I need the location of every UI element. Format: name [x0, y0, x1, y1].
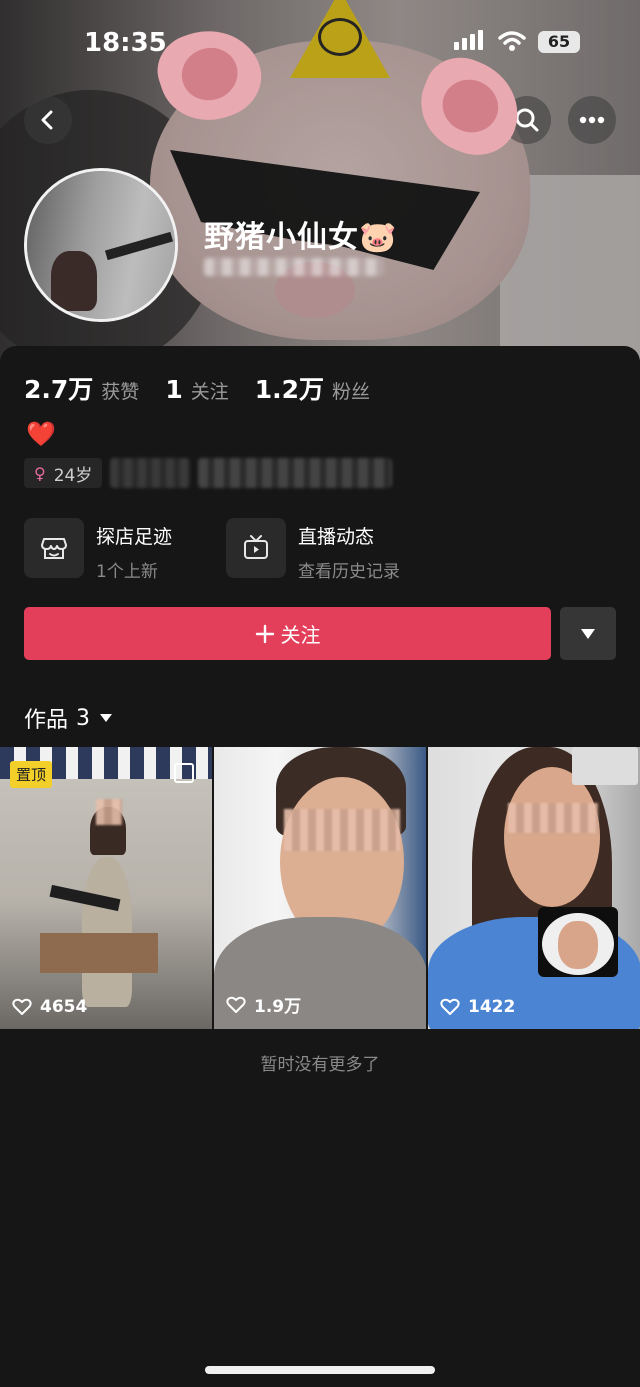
recommend-dropdown-button[interactable] [560, 607, 616, 660]
works-tab[interactable]: 作品 3 [24, 702, 114, 734]
stat-followers-label: 粉丝 [332, 381, 371, 403]
female-icon: ♀ [34, 463, 46, 483]
status-time: 18:35 [84, 28, 167, 58]
signal-icon [454, 30, 483, 50]
store-visits-title: 探店足迹 [96, 526, 173, 548]
live-history-title: 直播动态 [298, 526, 375, 548]
stat-likes-value: 2.7万 [24, 375, 94, 404]
work-item[interactable]: 4654 [0, 747, 212, 1029]
stat-followers-value: 1.2万 [254, 375, 325, 404]
stat-following-value: 1 [165, 375, 183, 404]
stat-following-label: 关注 [190, 381, 229, 403]
age-tag: ♀ 24岁 [24, 458, 103, 488]
works-label: 作品 [24, 708, 69, 733]
stat-likes-label: 获赞 [101, 381, 140, 403]
avatar[interactable] [24, 168, 178, 322]
chevron-left-icon [41, 110, 53, 130]
profile-tags: ♀ 24岁 [24, 458, 393, 488]
tv-icon [226, 518, 286, 578]
work-likes-count: 1.9万 [254, 997, 302, 1017]
live-history-entry[interactable]: 直播动态 查看历史记录 [226, 518, 400, 582]
store-visits-subtitle: 1个上新 [96, 562, 158, 582]
stat-likes[interactable]: 2.7万 获赞 [24, 370, 139, 406]
profile-name-text: 野猪小仙女 [204, 220, 359, 255]
heart-outline-icon [226, 996, 246, 1013]
live-history-subtitle: 查看历史记录 [298, 562, 400, 582]
work-likes: 1422 [440, 997, 515, 1017]
back-button[interactable] [24, 96, 72, 144]
no-more-text: 暂时没有更多了 [260, 1055, 380, 1075]
multi-image-icon [174, 763, 194, 783]
works-count: 3 [76, 705, 91, 731]
store-icon [24, 518, 84, 578]
blurred-tag [110, 458, 191, 488]
more-options-button[interactable] [568, 96, 616, 144]
wifi-icon [498, 31, 526, 51]
caret-down-icon [581, 628, 595, 639]
pinned-badge: 置顶 [10, 761, 53, 788]
caret-down-icon [100, 714, 113, 722]
heart-outline-icon [440, 998, 460, 1015]
follow-button[interactable]: 关注 [24, 607, 551, 660]
follow-button-label: 关注 [280, 623, 321, 647]
pig-emoji: 🐷 [359, 220, 398, 255]
video-inset [538, 907, 618, 977]
work-item[interactable]: 1.9万 [214, 747, 426, 1029]
work-likes-count: 4654 [40, 997, 88, 1017]
stats-row: 2.7万 获赞 1 关注 1.2万 粉丝 [24, 370, 370, 406]
work-likes-count: 1422 [468, 997, 516, 1017]
ellipsis-icon [579, 116, 605, 124]
work-likes: 1.9万 [226, 992, 301, 1017]
store-visits-entry[interactable]: 探店足迹 1个上新 [24, 518, 172, 582]
stat-following[interactable]: 1 关注 [165, 375, 228, 404]
plus-icon [255, 624, 274, 643]
blurred-id [204, 258, 384, 276]
battery-indicator: 65 [538, 31, 580, 53]
home-indicator[interactable] [205, 1366, 435, 1374]
corner-thumbnail [572, 747, 638, 785]
blurred-location-tag [198, 458, 393, 488]
profile-name: 野猪小仙女🐷 [204, 212, 397, 256]
bio-heart: ❤️ [26, 420, 56, 448]
works-grid: 4654 1.9万 1422 [0, 747, 640, 1029]
heart-outline-icon [12, 998, 32, 1015]
work-item[interactable]: 1422 [428, 747, 640, 1029]
search-icon [515, 108, 539, 132]
stat-followers[interactable]: 1.2万 粉丝 [255, 370, 370, 406]
work-likes: 4654 [12, 997, 87, 1017]
age-text: 24岁 [53, 465, 93, 486]
